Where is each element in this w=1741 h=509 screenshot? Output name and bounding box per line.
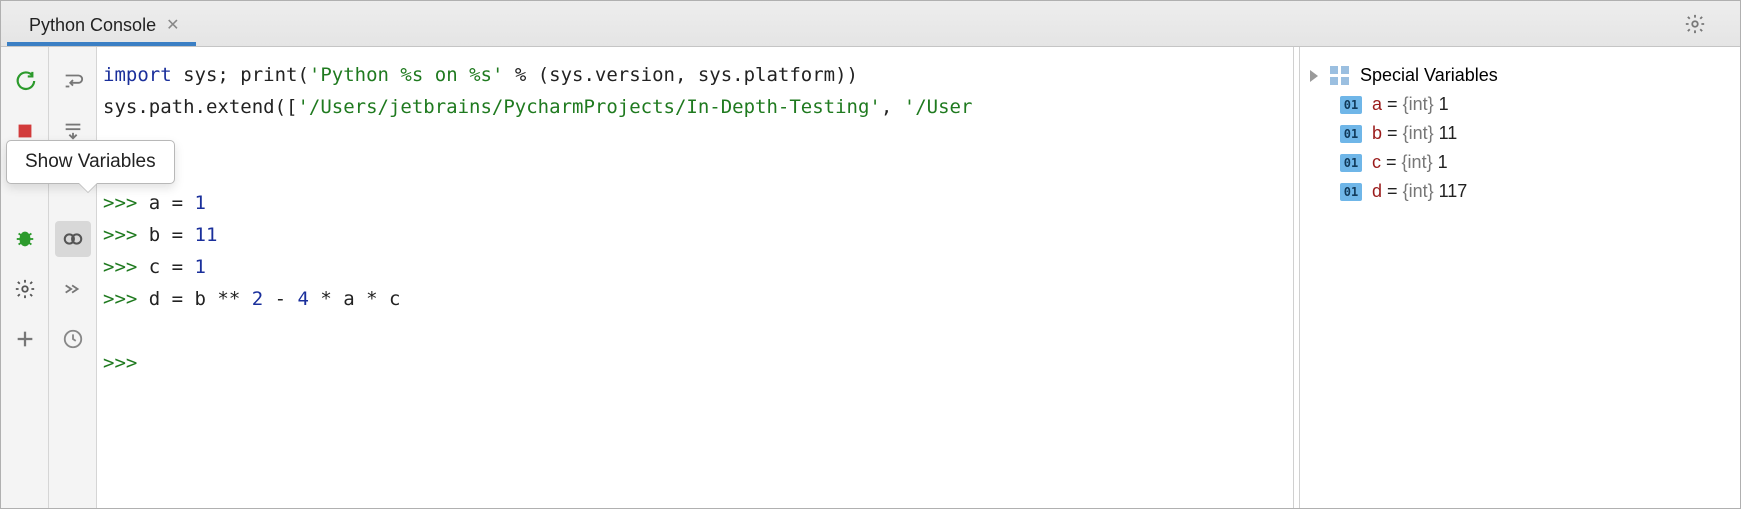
console-prompt: >>> (103, 256, 149, 278)
code-number: 1 (195, 192, 206, 214)
var-value: 1 (1439, 94, 1449, 114)
code-text: % (sys.version, sys.platform)) (503, 64, 858, 86)
variable-row[interactable]: 01 a = {int} 1 (1310, 90, 1730, 119)
toolbar-primary (1, 47, 49, 508)
panes-icon (1330, 66, 1350, 86)
settings-button[interactable] (7, 271, 43, 307)
code-text: , (881, 96, 904, 118)
var-name: a (1372, 94, 1382, 114)
variables-panel: Special Variables 01 a = {int} 1 01 b = … (1300, 47, 1740, 508)
code-number: 1 (195, 256, 206, 278)
toolbar-secondary (49, 47, 97, 508)
var-type: {int} (1403, 123, 1434, 143)
console-prompt: >>> (103, 224, 149, 246)
expand-icon[interactable] (1310, 70, 1318, 82)
execute-selection-button[interactable] (55, 271, 91, 307)
show-variables-tooltip: Show Variables (6, 140, 175, 184)
variable-row[interactable]: 01 d = {int} 117 (1310, 177, 1730, 206)
code-text: sys.path.extend([ (103, 96, 297, 118)
console-prompt: >>> (103, 352, 149, 374)
var-eq: = (1387, 181, 1398, 201)
new-console-button[interactable] (7, 321, 43, 357)
code-number: 2 (252, 288, 263, 310)
special-variables-header[interactable]: Special Variables (1310, 61, 1730, 90)
code-text: sys; print( (172, 64, 309, 86)
code-text: a = (149, 192, 195, 214)
gear-icon[interactable] (1684, 13, 1706, 35)
variables-header-label: Special Variables (1360, 65, 1498, 86)
show-variables-button[interactable] (55, 221, 91, 257)
var-value: 1 (1438, 152, 1448, 172)
code-string: '/Users/jetbrains/PycharmProjects/In-Dep… (297, 96, 880, 118)
var-value: 11 (1439, 123, 1458, 143)
var-eq: = (1387, 123, 1398, 143)
var-eq: = (1387, 94, 1398, 114)
rerun-button[interactable] (7, 63, 43, 99)
console-prompt: >>> (103, 288, 149, 310)
console-output[interactable]: import sys; print('Python %s on %s' % (s… (97, 47, 1293, 508)
type-badge: 01 (1340, 154, 1362, 172)
tab-label: Python Console (29, 15, 156, 36)
code-keyword: import (103, 64, 172, 86)
tab-bar-actions (1684, 1, 1740, 46)
tab-bar: Python Console ✕ (1, 1, 1740, 47)
code-text: d = b ** (149, 288, 252, 310)
code-text: - (263, 288, 297, 310)
variable-row[interactable]: 01 b = {int} 11 (1310, 119, 1730, 148)
code-number: 4 (298, 288, 309, 310)
code-text: c = (149, 256, 195, 278)
var-name: d (1372, 181, 1382, 201)
var-type: {int} (1402, 152, 1433, 172)
history-button[interactable] (55, 321, 91, 357)
main-area: import sys; print('Python %s on %s' % (s… (1, 47, 1740, 508)
var-name: b (1372, 123, 1382, 143)
type-badge: 01 (1340, 183, 1362, 201)
code-string: '/User (904, 96, 973, 118)
code-number: 11 (195, 224, 218, 246)
python-console-window: Python Console ✕ (0, 0, 1741, 509)
variable-row[interactable]: 01 c = {int} 1 (1310, 148, 1730, 177)
var-type: {int} (1403, 181, 1434, 201)
debug-button[interactable] (7, 221, 43, 257)
tab-python-console[interactable]: Python Console ✕ (7, 8, 196, 46)
close-icon[interactable]: ✕ (166, 15, 179, 35)
left-toolbars (1, 47, 97, 508)
var-eq: = (1386, 152, 1397, 172)
var-value: 117 (1439, 181, 1468, 201)
code-text: b = (149, 224, 195, 246)
var-name: c (1372, 152, 1381, 172)
soft-wrap-button[interactable] (55, 63, 91, 99)
type-badge: 01 (1340, 96, 1362, 114)
var-type: {int} (1403, 94, 1434, 114)
splitter[interactable] (1293, 47, 1300, 508)
type-badge: 01 (1340, 125, 1362, 143)
code-string: 'Python %s on %s' (309, 64, 503, 86)
console-prompt: >>> (103, 192, 149, 214)
code-text: * a * c (309, 288, 401, 310)
tooltip-text: Show Variables (25, 151, 156, 172)
